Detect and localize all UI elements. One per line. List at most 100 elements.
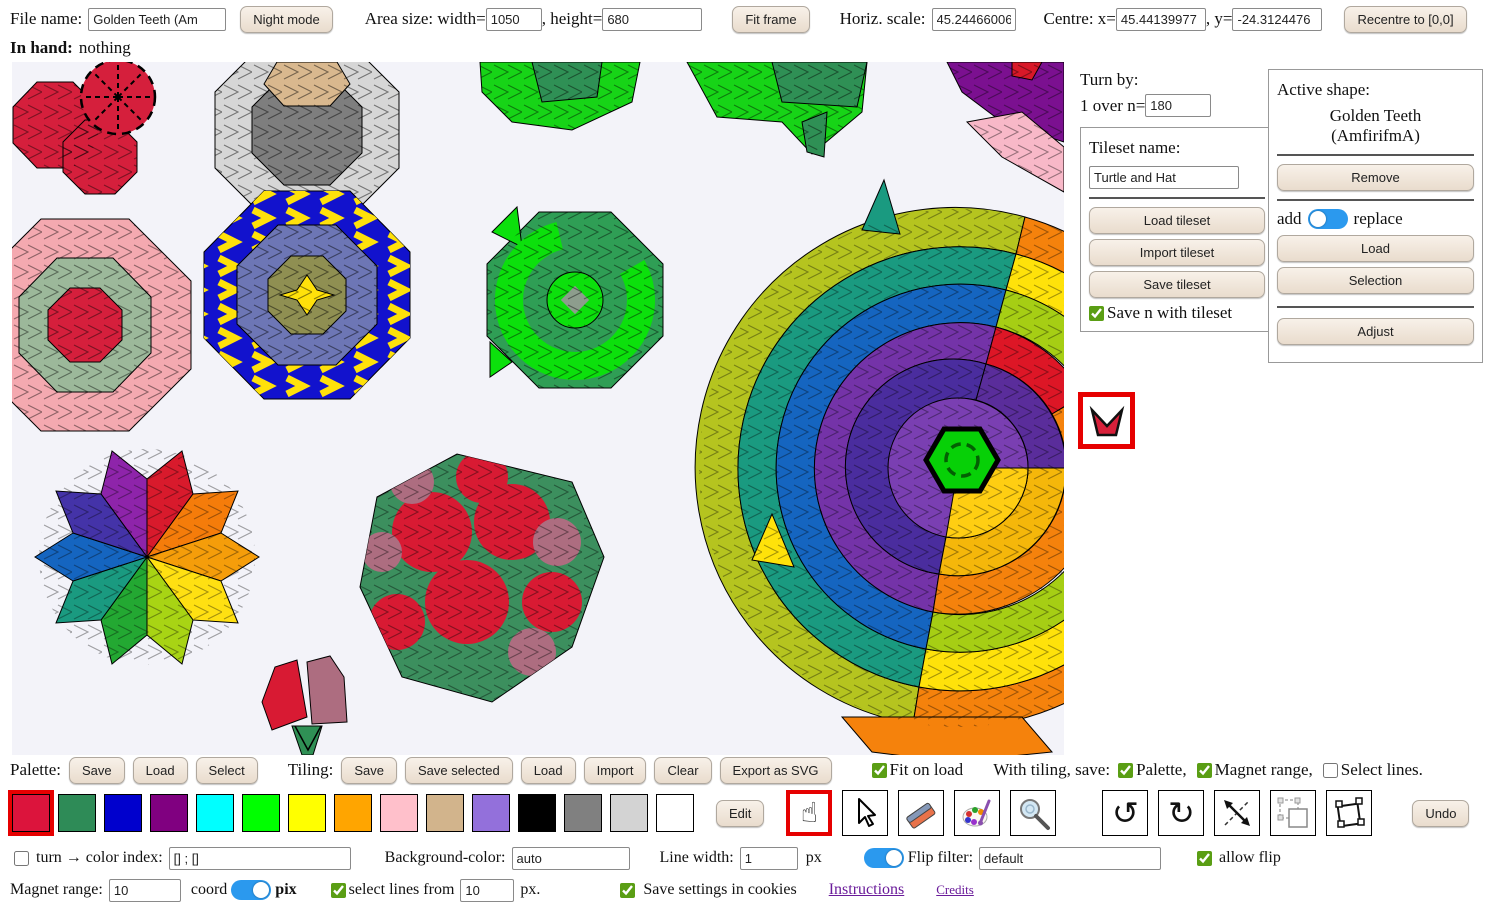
horiz-scale-label: Horiz. scale: [840, 9, 926, 29]
tool-buttons-left: ☝ [786, 790, 1056, 836]
fit-frame-button[interactable]: Fit frame [732, 6, 809, 33]
palette-swatch[interactable] [426, 794, 464, 832]
palette-swatch[interactable] [380, 794, 418, 832]
palette-swatch[interactable] [150, 794, 188, 832]
height-label: , height= [542, 9, 603, 29]
centre-x-input[interactable] [1116, 8, 1206, 31]
tool-rotate-ccw-button[interactable]: ↺ [1102, 790, 1148, 836]
tool-rotate-cw-button[interactable]: ↻ [1158, 790, 1204, 836]
tiling-import-button[interactable]: Import [584, 757, 647, 784]
in-hand-status: In hand: nothing [10, 38, 131, 58]
palette-swatch[interactable] [564, 794, 602, 832]
active-shape-preview[interactable] [1078, 392, 1135, 449]
palette-swatch[interactable] [288, 794, 326, 832]
palette-swatch[interactable] [196, 794, 234, 832]
undo-button[interactable]: Undo [1412, 800, 1469, 827]
edit-palette-button[interactable]: Edit [716, 800, 764, 827]
motif-small-flower[interactable] [262, 656, 347, 755]
tiling-label: Tiling: [288, 760, 334, 780]
tool-flip-button[interactable] [1214, 790, 1260, 836]
add-replace-toggle[interactable] [1308, 209, 1348, 229]
palette-swatch[interactable] [58, 794, 96, 832]
select-lines-from-label: select lines from [349, 881, 455, 899]
tiling-save-selected-button[interactable]: Save selected [405, 757, 513, 784]
select-lines-from-checkbox[interactable] [331, 883, 346, 898]
palette-select-button[interactable]: Select [196, 757, 258, 784]
palette-swatch[interactable] [242, 794, 280, 832]
import-tileset-button[interactable]: Import tileset [1089, 239, 1265, 266]
motif-green-g-spiral[interactable] [485, 207, 665, 390]
magnet-range-input[interactable] [109, 879, 181, 902]
tiling-save-button[interactable]: Save [341, 757, 397, 784]
palette-save-button[interactable]: Save [69, 757, 125, 784]
centre-label: Centre: x= [1044, 9, 1116, 29]
save-tileset-button[interactable]: Save tileset [1089, 271, 1265, 298]
adjust-shape-button[interactable]: Adjust [1277, 318, 1474, 345]
motif-green-partial-center[interactable] [687, 62, 867, 157]
rotate-cw-icon: ↻ [1168, 797, 1195, 829]
palette-label: Palette: [10, 760, 61, 780]
line-width-input[interactable] [740, 847, 798, 870]
palette-swatch[interactable] [518, 794, 556, 832]
motif-rainbow-spiral[interactable] [695, 180, 1064, 755]
flip-filter-toggle[interactable] [864, 848, 904, 868]
motif-purple-pink-partial[interactable] [947, 62, 1064, 192]
remove-shape-button[interactable]: Remove [1277, 164, 1474, 191]
centre-y-label: , y= [1206, 9, 1233, 29]
tiling-load-button[interactable]: Load [521, 757, 576, 784]
fit-on-load-checkbox[interactable] [872, 763, 887, 778]
area-width-input[interactable] [486, 8, 542, 31]
tool-zoom-button[interactable] [1010, 790, 1056, 836]
tool-palette-button[interactable] [954, 790, 1000, 836]
palette-swatch[interactable] [610, 794, 648, 832]
palette-swatch[interactable] [656, 794, 694, 832]
palette-swatch[interactable] [472, 794, 510, 832]
recentre-button[interactable]: Recentre to [0,0] [1344, 6, 1466, 33]
background-color-input[interactable] [512, 847, 630, 870]
active-shape-id: (AmfirifmA) [1277, 126, 1474, 146]
tileset-name-label: Tileset name: [1089, 138, 1265, 158]
motif-rainbow-star[interactable] [35, 447, 260, 667]
palette-swatch[interactable] [104, 794, 142, 832]
area-height-input[interactable] [602, 8, 702, 31]
motif-green-partial-left[interactable] [480, 62, 640, 130]
tool-cursor-button[interactable] [842, 790, 888, 836]
motif-green-pinwheel[interactable] [926, 429, 998, 491]
load-shape-button[interactable]: Load [1277, 235, 1474, 262]
turn-color-index-input[interactable] [169, 847, 351, 870]
tiling-export-svg-button[interactable]: Export as SVG [720, 757, 832, 784]
flip-filter-input[interactable] [979, 847, 1161, 870]
centre-y-input[interactable] [1232, 8, 1322, 31]
tool-eraser-button[interactable] [898, 790, 944, 836]
tileset-name-input[interactable] [1089, 166, 1239, 189]
one-over-n-input[interactable] [1145, 94, 1211, 117]
save-settings-cookies-checkbox[interactable] [620, 883, 635, 898]
night-mode-button[interactable]: Night mode [240, 6, 332, 33]
tiling-canvas[interactable] [12, 62, 1064, 755]
palette-swatch[interactable] [12, 794, 50, 832]
select-lines-from-input[interactable] [460, 879, 514, 902]
allow-flip-checkbox[interactable] [1197, 851, 1212, 866]
save-palette-checkbox[interactable] [1118, 763, 1133, 778]
palette-swatch[interactable] [334, 794, 372, 832]
save-n-with-tileset-checkbox[interactable] [1089, 306, 1104, 321]
save-magnet-range-checkbox[interactable] [1197, 763, 1212, 778]
motif-red-spiral-cluster[interactable] [13, 62, 155, 194]
tool-select-copy-button[interactable] [1270, 790, 1316, 836]
save-select-lines-checkbox[interactable] [1323, 763, 1338, 778]
coord-pix-toggle[interactable] [231, 880, 271, 900]
palette-load-button[interactable]: Load [133, 757, 188, 784]
turn-color-index-checkbox[interactable] [14, 851, 29, 866]
instructions-link[interactable]: Instructions [829, 881, 905, 899]
credits-link[interactable]: Credits [936, 882, 974, 898]
tiling-clear-button[interactable]: Clear [654, 757, 711, 784]
selection-shape-button[interactable]: Selection [1277, 267, 1474, 294]
file-name-input[interactable] [88, 8, 226, 31]
load-tileset-button[interactable]: Load tileset [1089, 207, 1265, 234]
motif-red-green-camo[interactable] [352, 447, 612, 707]
tool-select-transform-button[interactable] [1326, 790, 1372, 836]
motif-blue-yellow-octagon[interactable] [204, 191, 410, 399]
tool-hand-button[interactable]: ☝ [786, 790, 832, 836]
horiz-scale-input[interactable] [932, 8, 1016, 31]
motif-pink-octagon[interactable] [12, 219, 191, 431]
